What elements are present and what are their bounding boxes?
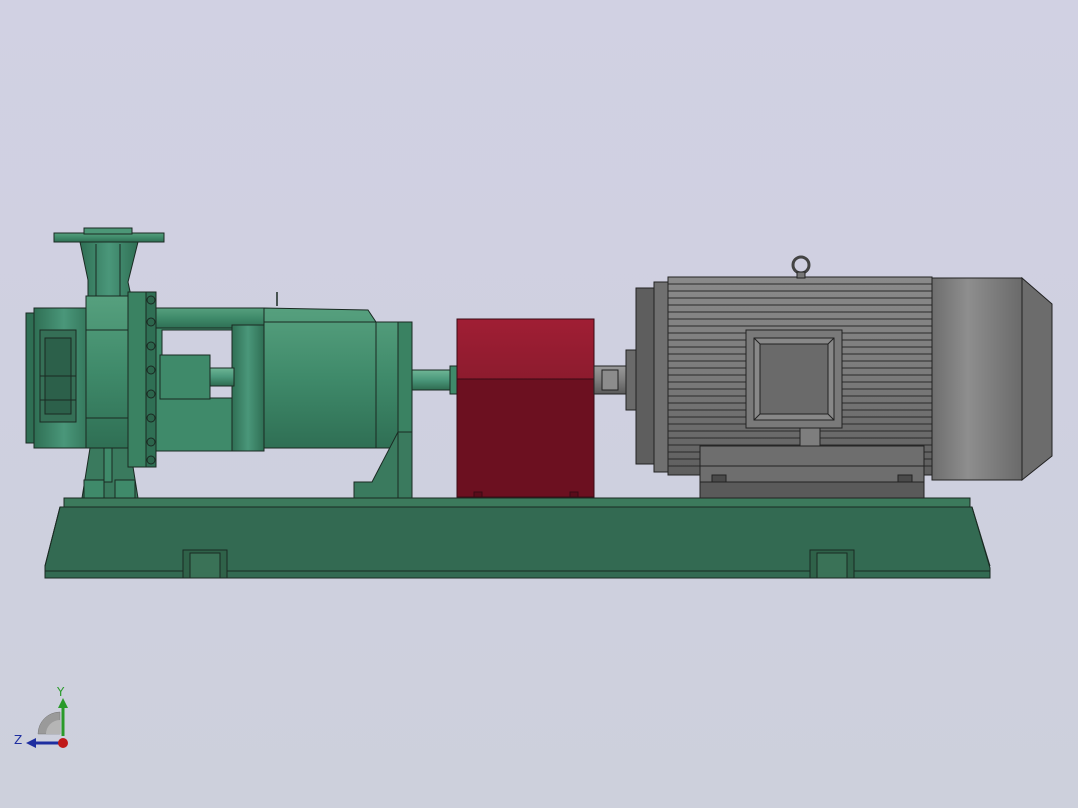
y-axis-label: Y [56,685,65,699]
flange-bolt [146,317,156,327]
electric-motor[interactable] [593,255,1053,499]
flange-bolt [146,455,156,465]
flange-bolt [146,341,156,351]
flange-bolt [146,437,156,447]
flange-bolt [146,389,156,399]
centrifugal-pump[interactable] [25,227,459,499]
flange-bolt [146,413,156,423]
orientation-triad: Y Z [14,685,68,748]
cad-viewport[interactable]: Y Z [0,0,1078,808]
z-axis-label: Z [14,733,22,747]
y-axis-arrowhead-icon [58,698,68,708]
z-axis-arrowhead-icon [26,738,36,748]
pump-assembly-model[interactable] [0,0,1078,808]
flange-bolt [146,365,156,375]
flange-bolt [146,295,156,305]
coupling-guard[interactable] [456,318,595,498]
baseplate[interactable] [44,497,991,579]
x-axis-dot-icon [58,738,68,748]
